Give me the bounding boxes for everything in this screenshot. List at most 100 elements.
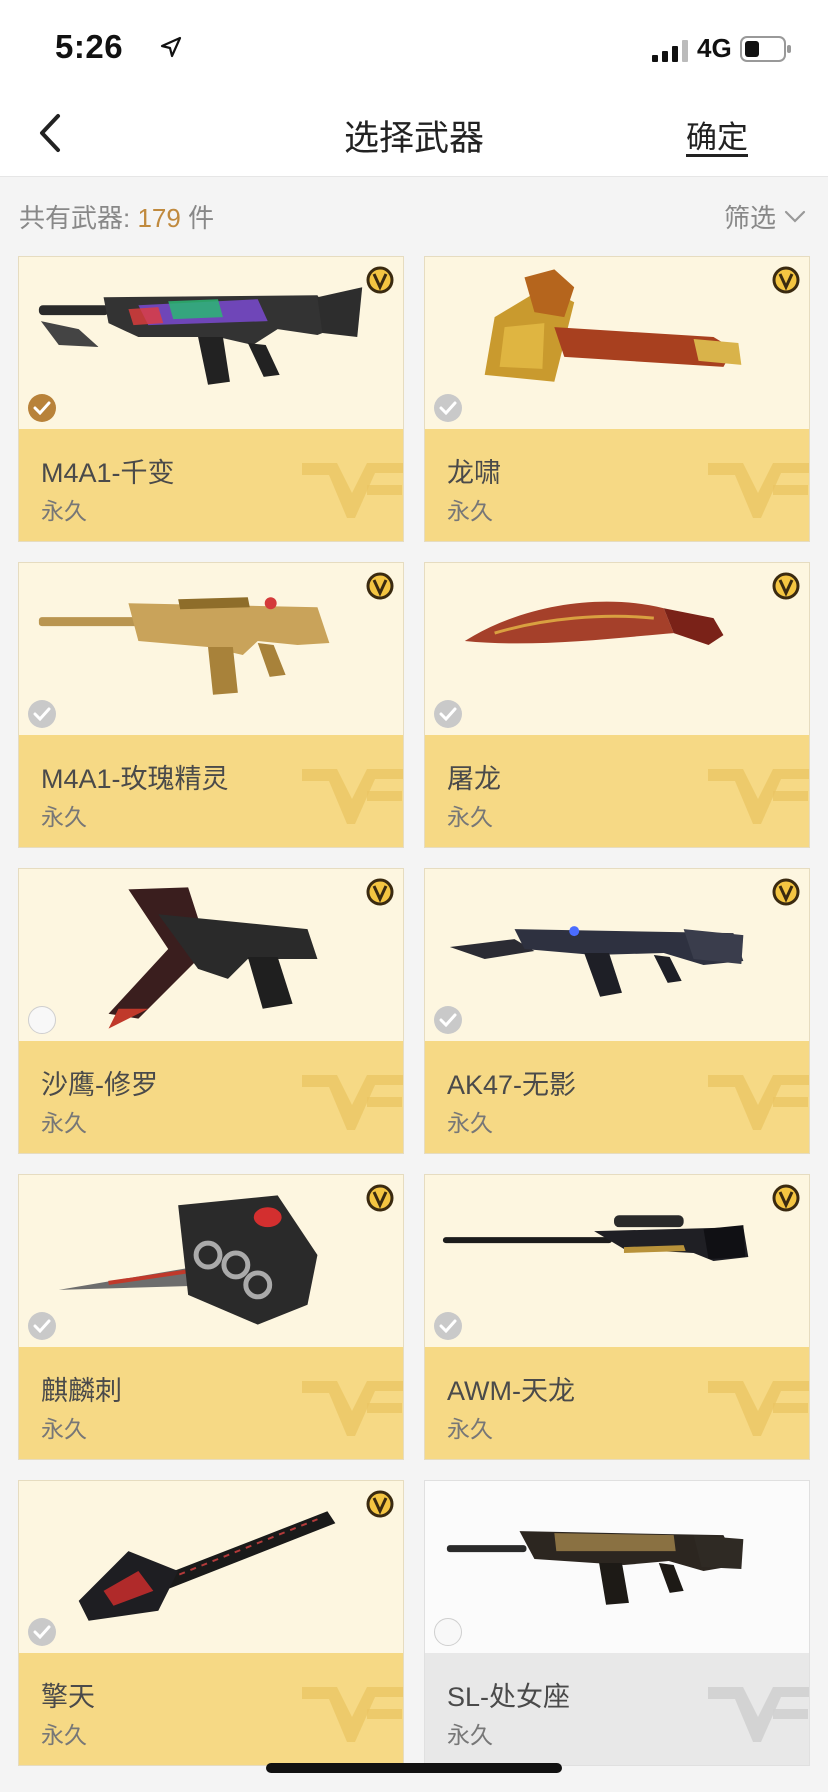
cf-logo-watermark [302, 769, 403, 824]
weapon-info: AWM-天龙 永久 [425, 1347, 809, 1459]
weapon-card[interactable]: 擎天 永久 [18, 1480, 404, 1766]
weapon-image [19, 1481, 403, 1653]
vip-badge-icon [772, 266, 800, 294]
weapon-name: SL-处女座 [447, 1682, 571, 1712]
home-indicator[interactable] [266, 1763, 562, 1773]
weapon-card[interactable]: M4A1-千变 永久 [18, 256, 404, 542]
knuckle-dagger-icon [58, 1195, 318, 1325]
weapon-name: AK47-无影 [447, 1070, 577, 1100]
weapon-info: M4A1-千变 永久 [19, 429, 403, 541]
weapon-card[interactable]: AK47-无影 永久 [424, 868, 810, 1154]
rifle-icon [446, 1531, 744, 1605]
weapon-card[interactable]: 龙啸 永久 [424, 256, 810, 542]
checkmark-icon [33, 1319, 51, 1333]
weapon-info: 沙鹰-修罗 永久 [19, 1041, 403, 1153]
weapon-name: 龙啸 [447, 458, 501, 488]
weapon-duration: 永久 [447, 804, 493, 830]
select-checkbox[interactable] [434, 1006, 462, 1034]
weapon-duration: 永久 [447, 1722, 493, 1748]
weapon-info: 龙啸 永久 [425, 429, 809, 541]
cf-logo-watermark [302, 1687, 403, 1742]
summary-bar: 共有武器: 179 件 筛选 [0, 178, 828, 250]
cf-logo-watermark [708, 1075, 809, 1130]
weapon-card[interactable]: 屠龙 永久 [424, 562, 810, 848]
weapon-duration: 永久 [41, 804, 87, 830]
vip-badge-icon [772, 1184, 800, 1212]
weapon-info: 屠龙 永久 [425, 735, 809, 847]
vip-badge-icon [366, 1184, 394, 1212]
weapon-name: AWM-天龙 [447, 1376, 575, 1406]
weapon-image [19, 869, 403, 1041]
checkmark-icon [439, 707, 457, 721]
weapon-duration: 永久 [41, 1722, 87, 1748]
cf-logo-watermark [302, 463, 403, 518]
weapon-image [425, 563, 809, 735]
weapon-count-text: 共有武器: 179 件 [19, 198, 214, 235]
weapon-name: 沙鹰-修罗 [41, 1070, 158, 1100]
checkmark-icon [33, 401, 51, 415]
select-checkbox[interactable] [434, 1618, 462, 1646]
cf-logo-watermark [708, 1687, 809, 1742]
weapon-duration: 永久 [447, 498, 493, 524]
battery-icon [740, 36, 791, 62]
status-time: 5:26 [55, 28, 124, 65]
location-arrow-icon [160, 36, 182, 58]
select-checkbox[interactable] [28, 700, 56, 728]
weapon-duration: 永久 [41, 498, 87, 524]
pistol-icon [108, 887, 318, 1029]
select-checkbox[interactable] [434, 1312, 462, 1340]
weapon-count-value: 179 [137, 203, 181, 233]
cf-logo-watermark [302, 1381, 403, 1436]
select-checkbox[interactable] [28, 1618, 56, 1646]
select-checkbox[interactable] [28, 394, 56, 422]
machete-icon [464, 601, 724, 646]
weapon-name: 擎天 [41, 1682, 95, 1712]
cf-logo-watermark [302, 1075, 403, 1130]
vip-badge-icon [772, 572, 800, 600]
weapon-count-suffix: 件 [180, 203, 215, 233]
weapon-image [19, 257, 403, 429]
select-checkbox[interactable] [434, 700, 462, 728]
weapon-select-screen: 5:26 4G 选择武器 确定 共有武器: 179 件 筛选 M4A1-千变 永… [0, 0, 828, 1792]
weapon-image [425, 869, 809, 1041]
status-bar: 5:26 4G [0, 0, 828, 90]
sniper-rifle-icon [442, 1215, 749, 1261]
weapon-name: M4A1-千变 [41, 458, 175, 488]
weapon-card[interactable]: 麒麟刺 永久 [18, 1174, 404, 1460]
weapon-info: 擎天 永久 [19, 1653, 403, 1765]
checkmark-icon [33, 1625, 51, 1639]
checkmark-icon [439, 1319, 457, 1333]
checkmark-icon [439, 1013, 457, 1027]
chevron-down-icon [784, 210, 806, 223]
weapon-image [425, 257, 809, 429]
weapon-name: 麒麟刺 [41, 1376, 122, 1406]
filter-label: 筛选 [723, 203, 776, 233]
weapon-duration: 永久 [447, 1416, 493, 1442]
cf-logo-watermark [708, 1381, 809, 1436]
axe-icon [484, 269, 742, 382]
weapon-card[interactable]: M4A1-玫瑰精灵 永久 [18, 562, 404, 848]
vip-badge-icon [772, 878, 800, 906]
vip-badge-icon [366, 266, 394, 294]
weapon-image [425, 1481, 809, 1653]
weapon-card[interactable]: AWM-天龙 永久 [424, 1174, 810, 1460]
vip-badge-icon [366, 1490, 394, 1518]
weapon-card[interactable]: 沙鹰-修罗 永久 [18, 868, 404, 1154]
weapon-card[interactable]: SL-处女座 永久 [424, 1480, 810, 1766]
cf-logo-watermark [708, 463, 809, 518]
weapon-duration: 永久 [447, 1110, 493, 1136]
select-checkbox[interactable] [28, 1312, 56, 1340]
navigation-bar: 选择武器 确定 [0, 90, 828, 177]
rifle-icon [38, 287, 363, 385]
select-checkbox[interactable] [434, 394, 462, 422]
network-type: 4G [697, 33, 732, 63]
shovel-icon [78, 1511, 336, 1621]
cf-logo-watermark [708, 769, 809, 824]
confirm-button[interactable]: 确定 [686, 112, 748, 157]
weapon-info: M4A1-玫瑰精灵 永久 [19, 735, 403, 847]
select-checkbox[interactable] [28, 1006, 56, 1034]
rifle-icon [449, 926, 744, 997]
vip-badge-icon [366, 572, 394, 600]
weapon-info: SL-处女座 永久 [425, 1653, 809, 1765]
filter-button[interactable]: 筛选 [724, 198, 806, 235]
